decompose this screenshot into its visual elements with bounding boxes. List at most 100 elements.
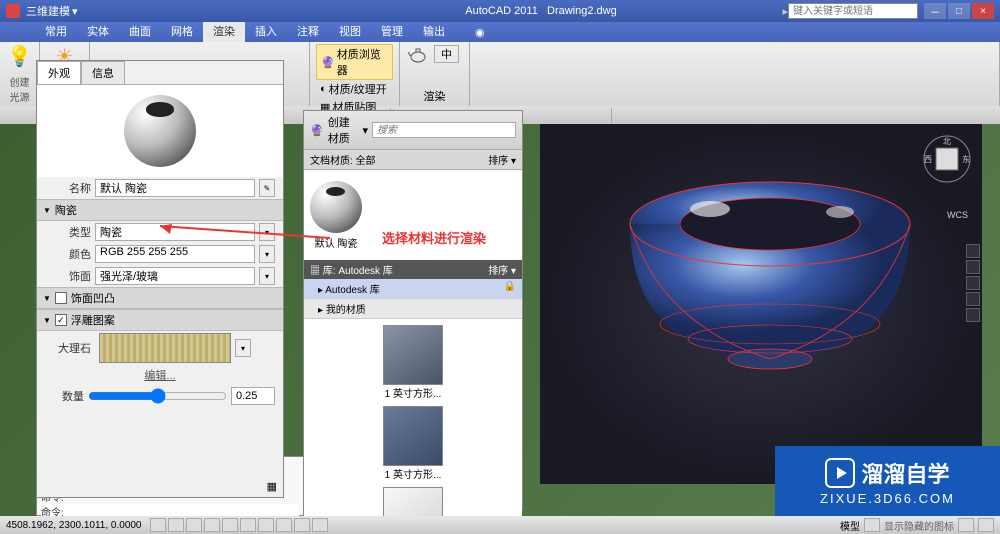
panel-light-label: 创建 光源	[6, 74, 33, 104]
qp-icon[interactable]	[312, 518, 328, 532]
texture-open-button[interactable]: ◐ 材质/纹理开	[316, 80, 393, 98]
ducs-icon[interactable]	[258, 518, 274, 532]
pattern-preview[interactable]	[99, 333, 231, 363]
watermark: 溜溜自学 ZIXUE.3D66.COM	[775, 446, 1000, 516]
section-pattern[interactable]: ✓ 浮雕图案	[37, 309, 283, 331]
workspace-selector[interactable]: 三维建模	[26, 3, 70, 19]
grid-icon[interactable]: ▦	[267, 480, 277, 493]
polar-icon[interactable]	[204, 518, 220, 532]
material-swatch-3[interactable]	[383, 487, 443, 519]
tab-manage[interactable]: 管理	[371, 22, 413, 42]
tab-view[interactable]: 视图	[329, 22, 371, 42]
ribbon-extra: ◉	[475, 26, 485, 39]
tab-solid[interactable]: 实体	[77, 22, 119, 42]
svg-text:北: 北	[943, 137, 951, 146]
dropdown-icon[interactable]: ▾	[362, 124, 368, 137]
tab-output[interactable]: 输出	[413, 22, 455, 42]
sort-dropdown[interactable]: 排序 ▾	[488, 262, 516, 277]
close-button[interactable]: ×	[972, 3, 994, 19]
wcs-label[interactable]: WCS	[947, 210, 968, 220]
preview-sphere	[124, 95, 196, 167]
dropdown-icon[interactable]: ▾	[259, 267, 275, 285]
svg-text:西: 西	[924, 155, 932, 164]
color-select[interactable]: RGB 255 255 255	[95, 245, 255, 263]
osnap-icon[interactable]	[222, 518, 238, 532]
sphere-icon: 🔮	[310, 124, 324, 137]
light-icon[interactable]: 💡	[6, 44, 33, 69]
showhide-icon[interactable]	[966, 308, 980, 322]
nav-wheel-icon[interactable]	[966, 244, 980, 258]
library-header[interactable]: ▦ 库: Autodesk 库	[310, 262, 393, 277]
dropdown-icon[interactable]: ▾	[235, 339, 251, 357]
zoom-icon[interactable]	[966, 276, 980, 290]
bullet-icon: ◉	[475, 26, 485, 39]
model-tab[interactable]: 模型	[840, 518, 860, 533]
tab-annotate[interactable]: 注释	[287, 22, 329, 42]
doc-materials-label[interactable]: 文档材质: 全部	[310, 152, 376, 167]
edit-link[interactable]: 编辑...	[144, 367, 175, 383]
help-search[interactable]	[788, 3, 918, 19]
snap-icon[interactable]	[150, 518, 166, 532]
grid-icon[interactable]	[168, 518, 184, 532]
status-icon[interactable]	[978, 518, 994, 532]
tree-autodesk-lib[interactable]: ▸ Autodesk 库 🔒	[304, 279, 522, 299]
swatch-label: 1 英寸方形...	[383, 466, 443, 481]
svg-text:东: 东	[962, 154, 970, 164]
layout-icon[interactable]	[864, 518, 880, 532]
title-text: AutoCAD 2011 Drawing2.dwg	[300, 5, 783, 17]
render-button-label[interactable]: 渲染	[406, 88, 463, 104]
bump-checkbox[interactable]	[55, 292, 67, 304]
material-swatch-1[interactable]	[383, 325, 443, 385]
minimize-button[interactable]: －	[924, 3, 946, 19]
3d-viewport[interactable]: 北 西 东 WCS	[540, 124, 982, 484]
ribbon-tabs: 常用 实体 曲面 网格 渲染 插入 注释 视图 管理 输出 ◉	[0, 22, 1000, 42]
orbit-icon[interactable]	[966, 292, 980, 306]
maximize-button[interactable]: □	[948, 3, 970, 19]
coordinates: 4508.1962, 2300.1011, 0.0000	[6, 520, 142, 531]
section-bump[interactable]: 饰面凹凸	[37, 287, 283, 309]
play-icon	[825, 458, 855, 488]
materials-browser-panel: 🔮 创建材质 ▾ 文档材质: 全部 排序 ▾ 默认 陶瓷 ▦ 库: Autode…	[303, 110, 523, 510]
eyedropper-icon[interactable]: ✎	[259, 179, 275, 197]
type-label: 类型	[45, 224, 91, 240]
annotation-text: 选择材料进行渲染	[382, 228, 486, 247]
sort-dropdown[interactable]: 排序 ▾	[488, 152, 516, 167]
ortho-icon[interactable]	[186, 518, 202, 532]
name-label: 名称	[45, 180, 91, 196]
material-search[interactable]	[372, 122, 516, 138]
teapot-icon[interactable]	[406, 44, 430, 64]
viewcube[interactable]: 北 西 东	[922, 134, 972, 184]
name-input[interactable]	[95, 179, 255, 197]
color-label: 颜色	[45, 246, 91, 262]
app-icon	[6, 4, 20, 18]
sphere-icon: 🔮	[321, 56, 335, 69]
otrack-icon[interactable]	[240, 518, 256, 532]
tab-surface[interactable]: 曲面	[119, 22, 161, 42]
bowl-model[interactable]	[620, 164, 920, 384]
lock-icon: 🔒	[504, 281, 516, 296]
section-ceramic[interactable]: 陶瓷	[37, 199, 283, 221]
pattern-checkbox[interactable]: ✓	[55, 314, 67, 326]
tab-appearance[interactable]: 外观	[37, 61, 81, 84]
lwt-icon[interactable]	[294, 518, 310, 532]
dropdown-icon[interactable]: ▾	[72, 5, 78, 18]
qty-input[interactable]	[231, 387, 275, 405]
create-material-dropdown[interactable]: 创建材质	[328, 114, 359, 146]
material-swatch-2[interactable]	[383, 406, 443, 466]
tab-render[interactable]: 渲染	[203, 22, 245, 42]
material-browser-button[interactable]: 🔮 材质浏览器	[316, 44, 393, 80]
tree-my-materials[interactable]: ▸ 我的材质	[304, 299, 522, 319]
dropdown-icon[interactable]: ▾	[259, 245, 275, 263]
material-grid: 1 英寸方形... 1 英寸方形...	[304, 319, 522, 519]
tab-info[interactable]: 信息	[81, 61, 125, 84]
tab-mesh[interactable]: 网格	[161, 22, 203, 42]
pan-icon[interactable]	[966, 260, 980, 274]
qty-slider[interactable]	[88, 389, 227, 403]
tab-home[interactable]: 常用	[35, 22, 77, 42]
status-icon[interactable]	[958, 518, 974, 532]
dyn-icon[interactable]	[276, 518, 292, 532]
render-quality-select[interactable]: 中	[434, 45, 459, 63]
finish-select[interactable]: 强光泽/玻璃	[95, 267, 255, 285]
tab-insert[interactable]: 插入	[245, 22, 287, 42]
material-properties-panel: 外观 信息 名称 ✎ 陶瓷 类型 陶瓷 ▾ 颜色 RGB 255 255 255…	[36, 60, 284, 498]
